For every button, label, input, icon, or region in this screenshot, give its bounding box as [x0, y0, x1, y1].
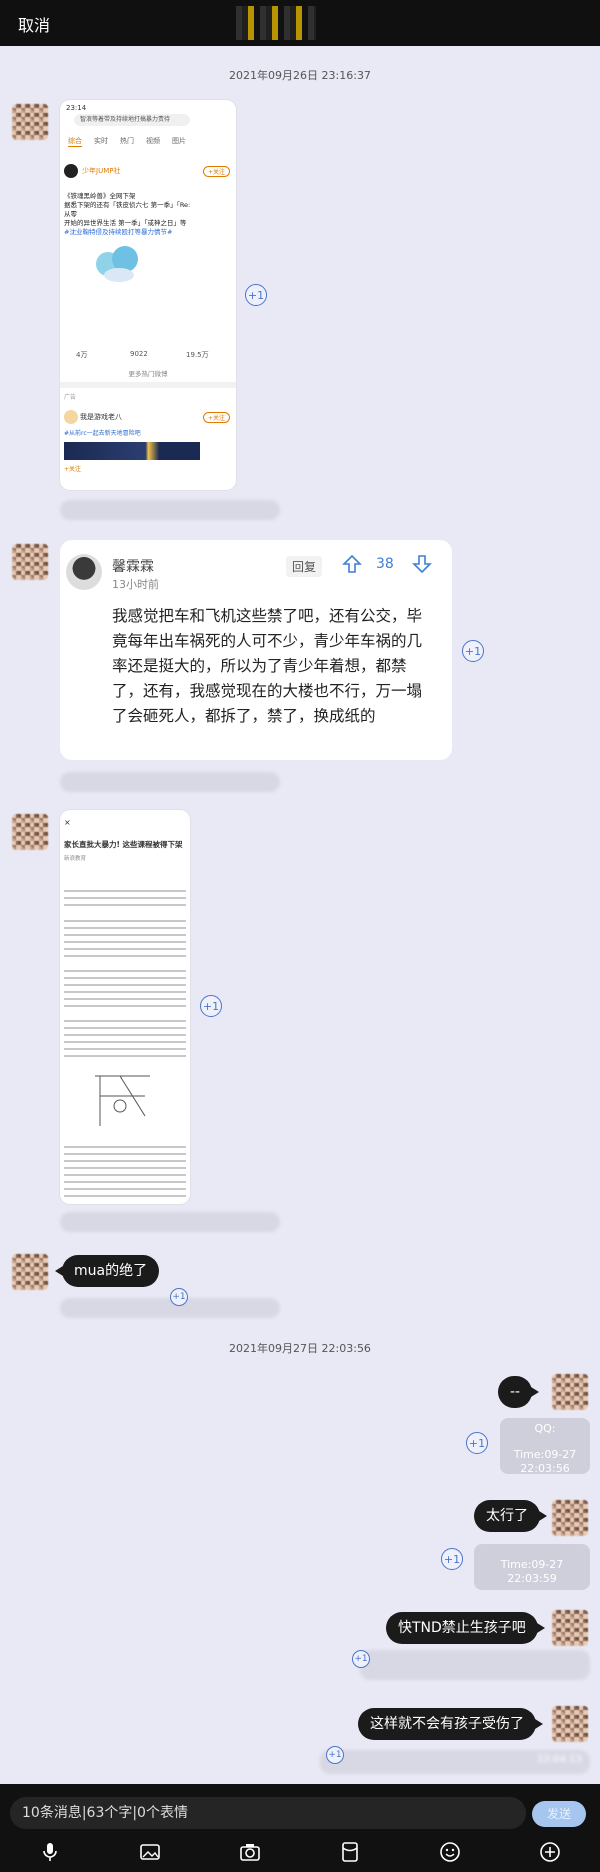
- blurred-meta: 22:04:13: [320, 1750, 590, 1774]
- physics-diagram: [95, 1075, 150, 1126]
- repost-count: 4万: [76, 351, 88, 359]
- meta-time: Time:09-27: [500, 1558, 564, 1571]
- plus-one-button[interactable]: +1: [326, 1746, 344, 1764]
- article-paragraph: [64, 890, 186, 910]
- article-screenshot-image[interactable]: × 家长直批大暴力! 这些课程被得下架 新浪教育: [60, 810, 190, 1204]
- post-hashtag: #沈业鞠特侵及持续殴打等暴力情节#: [64, 228, 173, 236]
- plus-one-button[interactable]: +1: [352, 1650, 370, 1668]
- post-line: 开始的异世界生活 第一季」「或神之日」等: [64, 219, 187, 227]
- message-meta: Time:09-27 22:03:59: [474, 1544, 590, 1590]
- blurred-meta: [60, 772, 280, 792]
- avatar: [552, 1374, 588, 1410]
- mic-icon[interactable]: [38, 1840, 62, 1864]
- commenter-avatar: [66, 554, 102, 590]
- like-count: 19.5万: [186, 351, 209, 359]
- message-bubble[interactable]: 这样就不会有孩子受伤了: [358, 1708, 543, 1740]
- image-icon[interactable]: [138, 1840, 162, 1864]
- plus-one-button[interactable]: +1: [245, 284, 267, 306]
- post-picture: [90, 238, 150, 288]
- message-input[interactable]: 10条消息|63个字|0个表情: [10, 1797, 526, 1829]
- vote-count: 38: [376, 556, 394, 572]
- more-link: 更多热门微博: [128, 370, 168, 378]
- camera-icon[interactable]: [238, 1840, 262, 1864]
- timestamp: 2021年09月26日 23:16:37: [229, 69, 371, 82]
- tab-hot: 热门: [120, 137, 134, 145]
- avatar: [12, 544, 48, 580]
- bottom-bar: 10条消息|63个字|0个表情 发送: [0, 1784, 600, 1872]
- ad-follow-badge: +关注: [202, 412, 230, 423]
- plus-one-button[interactable]: +1: [466, 1432, 488, 1454]
- article-paragraph: [64, 1020, 186, 1060]
- ad-avatar: [64, 410, 78, 424]
- article-paragraph: [64, 920, 186, 960]
- ad-hashtag: #从前rc一起去新天地冒险吧: [64, 430, 141, 437]
- ad-label: 广告: [64, 394, 77, 401]
- search-field: 智浪等着带及持续地打搞暴力责待: [74, 114, 190, 126]
- qq-label: QQ:: [534, 1422, 556, 1435]
- divider: [60, 382, 236, 388]
- timestamp: 2021年09月27日 22:03:56: [229, 1342, 371, 1355]
- tab-realtime: 实时: [94, 137, 108, 145]
- plus-one-button[interactable]: +1: [200, 995, 222, 1017]
- comment-time: 13小时前: [112, 578, 159, 591]
- article-headline: 家长直批大暴力! 这些课程被得下架: [64, 840, 183, 849]
- thumbs-down-arrow-icon: [412, 555, 432, 574]
- avatar: [552, 1706, 588, 1742]
- avatar: [552, 1610, 588, 1646]
- status-time: 23:14: [66, 104, 87, 112]
- plus-one-button[interactable]: +1: [170, 1288, 188, 1306]
- cancel-button[interactable]: 取消: [18, 12, 50, 36]
- message-bubble[interactable]: mua的绝了: [54, 1255, 160, 1287]
- plus-circle-icon[interactable]: [538, 1840, 562, 1864]
- post-line: 《铁魂黑岭兽》全网下架: [64, 192, 136, 200]
- message-meta: QQ: Time:09-27 22:03:56: [500, 1418, 590, 1475]
- ad-footer: +关注: [64, 466, 82, 473]
- tab-video: 视频: [146, 137, 160, 145]
- meta-time: 22:03:56: [520, 1462, 570, 1475]
- top-bar: 取消: [0, 0, 600, 46]
- ad-name: 我是游戏老八: [80, 413, 122, 421]
- message-bubble[interactable]: 太行了: [474, 1500, 547, 1532]
- send-button[interactable]: 发送: [532, 1801, 586, 1827]
- close-icon: ×: [64, 818, 71, 827]
- author-name: 少年JUMP社: [82, 167, 121, 175]
- comment-screenshot[interactable]: 馨霖霖 13小时前 回复 38 我感觉把车和飞机这些禁了吧，还有公交，毕竟每年出…: [60, 540, 452, 760]
- avatar: [12, 1254, 48, 1290]
- avatar: [12, 104, 48, 140]
- blurred-meta: [360, 1650, 590, 1680]
- article-source: 新浪教育: [64, 856, 87, 862]
- plus-one-button[interactable]: +1: [441, 1548, 463, 1570]
- message-bubble[interactable]: 快TND禁止生孩子吧: [386, 1612, 545, 1644]
- blurred-meta: [60, 1212, 280, 1232]
- plus-one-button[interactable]: +1: [462, 640, 484, 662]
- avatar: [12, 814, 48, 850]
- comment-text: 我感觉把车和飞机这些禁了吧，还有公交，毕竟每年出车祸死的人可不少，青少年车祸的几…: [112, 607, 423, 725]
- thumbs-up-arrow-icon: [342, 554, 362, 573]
- tab-image: 图片: [172, 137, 186, 145]
- meta-time: Time:09-27: [513, 1448, 577, 1461]
- follow-badge: +关注: [202, 166, 230, 177]
- message-bubble[interactable]: --: [498, 1376, 540, 1408]
- blurred-title: [236, 6, 316, 40]
- meta-time: 22:03:59: [507, 1572, 557, 1585]
- reply-label: 回复: [286, 556, 323, 577]
- red-packet-icon[interactable]: [338, 1840, 362, 1864]
- meta-time: 22:04:13: [537, 1754, 582, 1765]
- ad-banner: [64, 442, 200, 460]
- blurred-meta: [60, 500, 280, 520]
- article-paragraph: [64, 1146, 186, 1200]
- post-line: 据悉下架的还有「铁皮侦六七 第一季」「Re:从零: [64, 201, 191, 218]
- comment-count: 9022: [130, 350, 148, 358]
- emoji-icon[interactable]: [438, 1840, 462, 1864]
- author-avatar: [64, 164, 78, 178]
- tab-comprehensive: 综合: [68, 137, 82, 147]
- avatar: [552, 1500, 588, 1536]
- article-paragraph: [64, 970, 186, 1010]
- commenter-name: 馨霖霖: [112, 559, 154, 575]
- weibo-screenshot-image[interactable]: 23:14 智浪等着带及持续地打搞暴力责待 综合 实时 热门 视频 图片 少年J…: [60, 100, 236, 490]
